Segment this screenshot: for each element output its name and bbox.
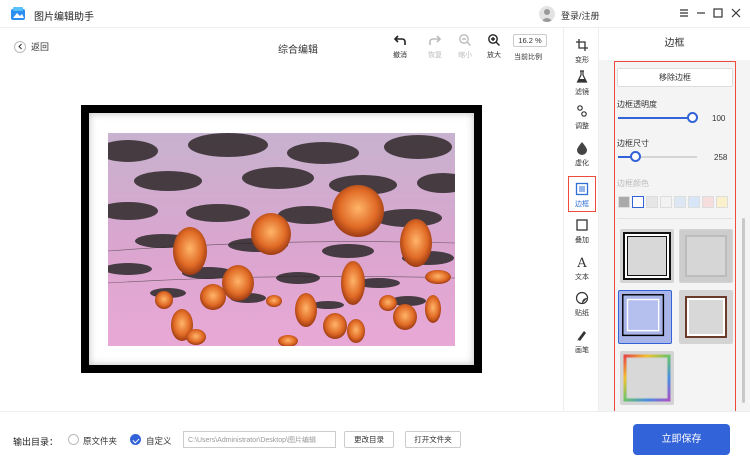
frame-style-rainbow[interactable] — [620, 351, 674, 405]
sidebar-item-label: 滤镜 — [575, 89, 589, 96]
save-button[interactable]: 立即保存 — [633, 424, 730, 455]
opacity-label: 边框透明度 — [617, 100, 657, 109]
close-icon[interactable] — [729, 6, 743, 20]
chevron-left-icon — [14, 40, 26, 53]
app-logo-icon — [11, 7, 25, 20]
active-highlight — [568, 176, 596, 212]
zoom-in-button[interactable]: 放大 — [479, 33, 509, 60]
sidebar-item-label: 调整 — [575, 123, 589, 130]
opacity-slider-thumb[interactable] — [687, 112, 698, 123]
color-swatch[interactable] — [618, 196, 630, 208]
size-slider-thumb[interactable] — [630, 151, 641, 162]
title-bar: 图片编辑助手 登录/注册 — [0, 0, 750, 28]
lantern-photo — [108, 133, 455, 346]
remove-frame-button[interactable]: 移除边框 — [617, 68, 733, 87]
crop-icon — [576, 39, 588, 51]
output-path-input[interactable]: C:\Users\Administrator\Desktop\图片编辑 — [183, 431, 336, 448]
frame-style-film[interactable] — [620, 229, 674, 283]
frame-style-brown[interactable] — [679, 290, 733, 344]
bottom-bar: 输出目录： 原文件夹 自定义 C:\Users\Administrator\De… — [0, 411, 750, 465]
undo-button[interactable]: 撤消 — [385, 33, 415, 60]
sidebar-item-sticker[interactable]: 贴纸 — [564, 291, 600, 318]
color-swatch[interactable] — [674, 196, 686, 208]
frame-style-double-selected[interactable] — [618, 290, 672, 344]
brush-icon — [577, 331, 586, 341]
user-avatar-icon[interactable] — [539, 6, 555, 22]
color-swatch[interactable] — [716, 196, 728, 208]
original-folder-radio[interactable] — [68, 434, 79, 445]
size-value: 258 — [714, 153, 728, 162]
maximize-icon[interactable] — [711, 6, 725, 20]
framed-image[interactable] — [81, 105, 482, 373]
zoom-caption: 当前比例 — [514, 54, 542, 61]
flask-icon — [576, 70, 588, 83]
color-swatch[interactable] — [702, 196, 714, 208]
color-swatch-selected[interactable] — [632, 196, 644, 208]
overlay-icon — [576, 219, 588, 231]
back-label: 返回 — [31, 42, 50, 52]
minimize-icon[interactable] — [694, 6, 708, 20]
sidebar-item-brush[interactable]: 画笔 — [564, 328, 600, 355]
size-label: 边框尺寸 — [617, 139, 649, 148]
opacity-value: 100 — [712, 114, 726, 123]
sidebar-item-transform[interactable]: 变形 — [564, 38, 600, 65]
undo-label: 撤消 — [393, 52, 407, 59]
panel-scrollbar[interactable] — [742, 218, 745, 403]
frame-style-shadow[interactable] — [679, 229, 733, 283]
opacity-slider-fill — [618, 117, 692, 119]
sidebar-item-blur[interactable]: 虚化 — [564, 141, 600, 168]
redo-label: 恢复 — [428, 52, 442, 59]
zoom-out-icon — [459, 34, 471, 46]
open-folder-button[interactable]: 打开文件夹 — [405, 431, 461, 448]
change-dir-button[interactable]: 更改目录 — [344, 431, 394, 448]
original-folder-label: 原文件夹 — [83, 436, 118, 446]
sidebar-item-frame[interactable]: 边框 — [564, 176, 600, 212]
zoom-in-icon — [488, 34, 500, 46]
image-canvas — [0, 68, 563, 411]
color-label: 边框颜色 — [617, 179, 649, 188]
tool-sidebar: 变形 滤镜 调整 虚化 边框 叠加 A 文本 贴纸 画笔 — [563, 28, 599, 411]
color-swatch[interactable] — [646, 196, 658, 208]
zoom-out-label: 缩小 — [458, 52, 472, 59]
zoom-value-field[interactable]: 16.2 % — [513, 34, 547, 47]
drop-icon — [577, 142, 587, 155]
menu-icon[interactable] — [677, 6, 691, 20]
custom-folder-radio[interactable] — [130, 434, 141, 445]
editor-toolbar: 返回 综合编辑 撤消 恢复 缩小 放大 16.2 % 当前比例 — [0, 28, 563, 68]
custom-folder-label: 自定义 — [146, 436, 172, 446]
zoom-out-button[interactable]: 缩小 — [450, 33, 480, 60]
redo-icon — [429, 35, 442, 45]
sidebar-item-label: 画笔 — [575, 347, 589, 354]
color-swatch[interactable] — [660, 196, 672, 208]
color-swatch[interactable] — [688, 196, 700, 208]
frame-mat — [89, 113, 474, 365]
sidebar-item-filter[interactable]: 滤镜 — [564, 70, 600, 97]
undo-icon — [393, 35, 406, 45]
sidebar-item-text[interactable]: A 文本 — [564, 255, 600, 282]
panel-title: 边框 — [599, 28, 750, 60]
svg-text:A: A — [576, 256, 587, 269]
sidebar-item-adjust[interactable]: 调整 — [564, 104, 600, 131]
sidebar-item-label: 文本 — [575, 274, 589, 281]
sidebar-item-label: 变形 — [575, 57, 589, 64]
panel-divider — [617, 218, 733, 219]
sidebar-item-label: 虚化 — [575, 160, 589, 167]
zoom-in-label: 放大 — [487, 52, 501, 59]
login-link[interactable]: 登录/注册 — [561, 9, 600, 22]
sidebar-item-label: 贴纸 — [575, 310, 589, 317]
sticker-icon — [575, 291, 589, 305]
redo-button[interactable]: 恢复 — [420, 33, 450, 60]
text-icon: A — [576, 256, 587, 269]
sidebar-item-overlay[interactable]: 叠加 — [564, 218, 600, 245]
back-button[interactable]: 返回 — [14, 40, 49, 53]
adjust-icon — [577, 105, 587, 117]
output-dir-label: 输出目录： — [13, 437, 59, 447]
sidebar-item-label: 叠加 — [575, 237, 589, 244]
editor-title: 综合编辑 — [278, 45, 318, 56]
app-title: 图片编辑助手 — [34, 12, 94, 23]
